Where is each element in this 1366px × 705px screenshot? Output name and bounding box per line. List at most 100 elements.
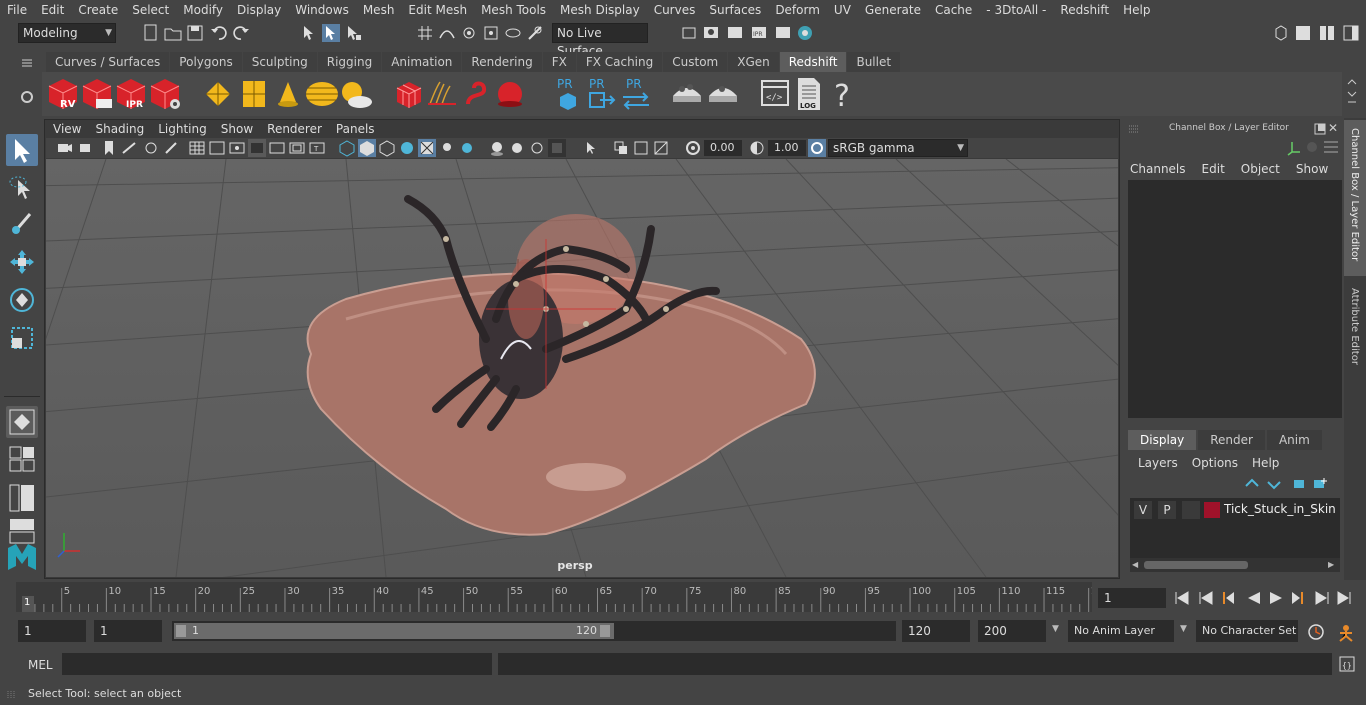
camera-attributes-icon[interactable] — [78, 139, 96, 157]
layer-tab-display[interactable]: Display — [1128, 430, 1197, 450]
wireframe-on-shaded-icon[interactable] — [398, 139, 416, 157]
redo-icon[interactable] — [232, 24, 250, 42]
four-pane-layout[interactable] — [6, 444, 38, 476]
move-layer-down-icon[interactable] — [1267, 481, 1281, 490]
menu-help[interactable]: Help — [1116, 3, 1157, 17]
shadows-icon[interactable] — [458, 139, 476, 157]
construction-history-icon[interactable] — [680, 24, 698, 42]
redshift-ipr-icon[interactable]: IPR — [114, 77, 148, 111]
safe-action-icon[interactable] — [288, 139, 306, 157]
multisample-aa-icon[interactable] — [528, 139, 546, 157]
redshift-dome-light-icon[interactable] — [304, 78, 340, 110]
outliner-layout[interactable] — [6, 482, 38, 514]
layer-menu-help[interactable]: Help — [1252, 456, 1279, 470]
layer-row[interactable]: V P Tick_Stuck_in_Skin — [1132, 500, 1338, 520]
menu-file[interactable]: File — [0, 3, 34, 17]
shelf-tab-rigging[interactable]: Rigging — [317, 52, 382, 72]
range-slider-track[interactable]: 1 120 — [172, 621, 896, 641]
step-back-key-icon[interactable] — [1199, 591, 1213, 605]
shelf-tab-custom[interactable]: Custom — [663, 52, 728, 72]
toggle-icon[interactable] — [1307, 142, 1317, 152]
resolution-gate-icon[interactable] — [228, 139, 246, 157]
render-settings-icon[interactable] — [774, 24, 792, 42]
redshift-material-icon[interactable] — [670, 78, 704, 110]
menu-mesh[interactable]: Mesh — [356, 3, 402, 17]
redshift-script-editor-icon[interactable]: </> — [760, 78, 790, 110]
grease-pencil-icon[interactable] — [162, 139, 180, 157]
safe-title-icon[interactable]: T — [308, 139, 326, 157]
depth-of-field-icon[interactable] — [548, 139, 566, 157]
bookmark-icon[interactable] — [100, 139, 118, 157]
playback-end-field[interactable]: 120 — [902, 620, 970, 642]
menu-display[interactable]: Display — [230, 3, 288, 17]
script-editor-icon[interactable]: {} — [1338, 655, 1356, 676]
film-gate-icon[interactable] — [208, 139, 226, 157]
shelf-tab-xgen[interactable]: XGen — [728, 52, 779, 72]
redshift-proxy-import-icon[interactable]: PR — [586, 76, 616, 112]
redshift-batch-render-icon[interactable] — [80, 77, 114, 111]
field-chart-icon[interactable] — [268, 139, 286, 157]
select-hierarchy-icon[interactable] — [300, 24, 318, 42]
redshift-portal-light-icon[interactable] — [238, 78, 270, 110]
shelf-tab-rendering[interactable]: Rendering — [462, 52, 542, 72]
shelf-menu-icon[interactable] — [20, 56, 34, 70]
menu-edit-mesh[interactable]: Edit Mesh — [401, 3, 474, 17]
layer-menu-layers[interactable]: Layers — [1138, 456, 1178, 470]
default-material-icon[interactable] — [378, 139, 396, 157]
select-object-icon[interactable] — [322, 24, 340, 42]
scroll-right-icon[interactable]: ▶ — [1328, 560, 1334, 569]
save-scene-icon[interactable] — [186, 24, 204, 42]
animation-preferences-icon[interactable] — [1339, 625, 1353, 642]
viewport-menu-panels[interactable]: Panels — [329, 120, 382, 138]
menu-curves[interactable]: Curves — [647, 3, 703, 17]
redshift-volume-icon[interactable] — [394, 78, 424, 110]
range-slider-bar[interactable]: 1 120 — [174, 623, 614, 639]
redshift-spot-light-icon[interactable] — [272, 78, 304, 110]
new-layer-icon[interactable] — [1294, 480, 1304, 488]
scroll-thumb[interactable] — [1144, 561, 1248, 569]
menu-uv[interactable]: UV — [827, 3, 858, 17]
shelf-tab-fx-caching[interactable]: FX Caching — [576, 52, 663, 72]
menu-create[interactable]: Create — [71, 3, 125, 17]
render-frame-icon[interactable] — [726, 24, 744, 42]
screen-space-ao-icon[interactable] — [488, 139, 506, 157]
2d-pan-zoom-icon[interactable] — [142, 139, 160, 157]
chevron-down-icon[interactable]: ▼ — [1052, 624, 1059, 634]
select-tool[interactable] — [6, 134, 38, 166]
redshift-sphere-icon[interactable] — [494, 78, 526, 110]
shelf-tab-animation[interactable]: Animation — [382, 52, 462, 72]
channel-box-menu-edit[interactable]: Edit — [1202, 162, 1225, 176]
redshift-render-settings-icon[interactable] — [148, 77, 182, 111]
side-tab-channel-box[interactable]: Channel Box / Layer Editor — [1344, 120, 1366, 276]
go-to-end-icon[interactable] — [1337, 591, 1351, 605]
live-surface-field[interactable]: No Live Surface — [552, 23, 648, 58]
layer-display-type-toggle[interactable] — [1182, 501, 1200, 519]
menu-3dtoall[interactable]: - 3DtoAll - — [979, 3, 1053, 17]
redshift-help-icon[interactable]: ? — [830, 76, 854, 112]
current-frame-field[interactable]: 1 — [1098, 588, 1166, 608]
motion-blur-icon[interactable] — [508, 139, 526, 157]
snap-grid-icon[interactable] — [416, 24, 434, 42]
menu-mesh-display[interactable]: Mesh Display — [553, 3, 647, 17]
use-all-lights-icon[interactable] — [438, 139, 456, 157]
manipulator-icon[interactable] — [1287, 142, 1300, 156]
gate-mask-icon[interactable] — [248, 139, 266, 157]
layer-tab-anim[interactable]: Anim — [1266, 430, 1322, 450]
layer-list-hscroll[interactable]: ◀ ▶ — [1130, 558, 1340, 572]
close-icon[interactable]: ✕ — [1328, 121, 1338, 135]
list-icon[interactable] — [1324, 141, 1338, 153]
perspective-view[interactable]: persp — [46, 159, 1118, 577]
make-live-icon[interactable] — [526, 24, 544, 42]
redshift-material-blender-icon[interactable] — [706, 78, 740, 110]
gamma-field[interactable]: 1.00 — [768, 140, 806, 156]
redshift-hair-icon[interactable] — [426, 78, 458, 110]
workspace-icon[interactable] — [1272, 24, 1290, 42]
xray-icon[interactable] — [612, 139, 630, 157]
undo-icon[interactable] — [210, 24, 228, 42]
rotate-tool[interactable] — [6, 284, 38, 316]
redshift-render-view-icon[interactable]: RV — [46, 77, 80, 111]
menu-generate[interactable]: Generate — [858, 3, 928, 17]
open-scene-icon[interactable] — [164, 24, 182, 42]
shelf-tab-bullet[interactable]: Bullet — [847, 52, 901, 72]
viewport-menu-renderer[interactable]: Renderer — [260, 120, 329, 138]
